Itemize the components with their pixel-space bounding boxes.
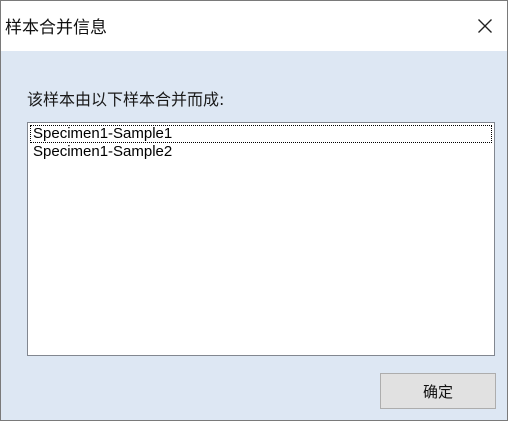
- merge-info-dialog: 样本合并信息 该样本由以下样本合并而成: Specimen1-Sample1 S…: [0, 0, 508, 421]
- close-icon: [478, 19, 492, 33]
- merge-description-label: 该样本由以下样本合并而成:: [27, 90, 225, 109]
- title-bar[interactable]: 样本合并信息: [1, 1, 507, 51]
- window-title: 样本合并信息: [5, 18, 107, 38]
- list-item[interactable]: Specimen1-Sample1: [30, 125, 492, 143]
- merged-samples-list[interactable]: Specimen1-Sample1 Specimen1-Sample2: [27, 122, 495, 356]
- ok-button[interactable]: 确定: [380, 373, 496, 409]
- list-item[interactable]: Specimen1-Sample2: [30, 143, 492, 161]
- close-button[interactable]: [463, 1, 507, 51]
